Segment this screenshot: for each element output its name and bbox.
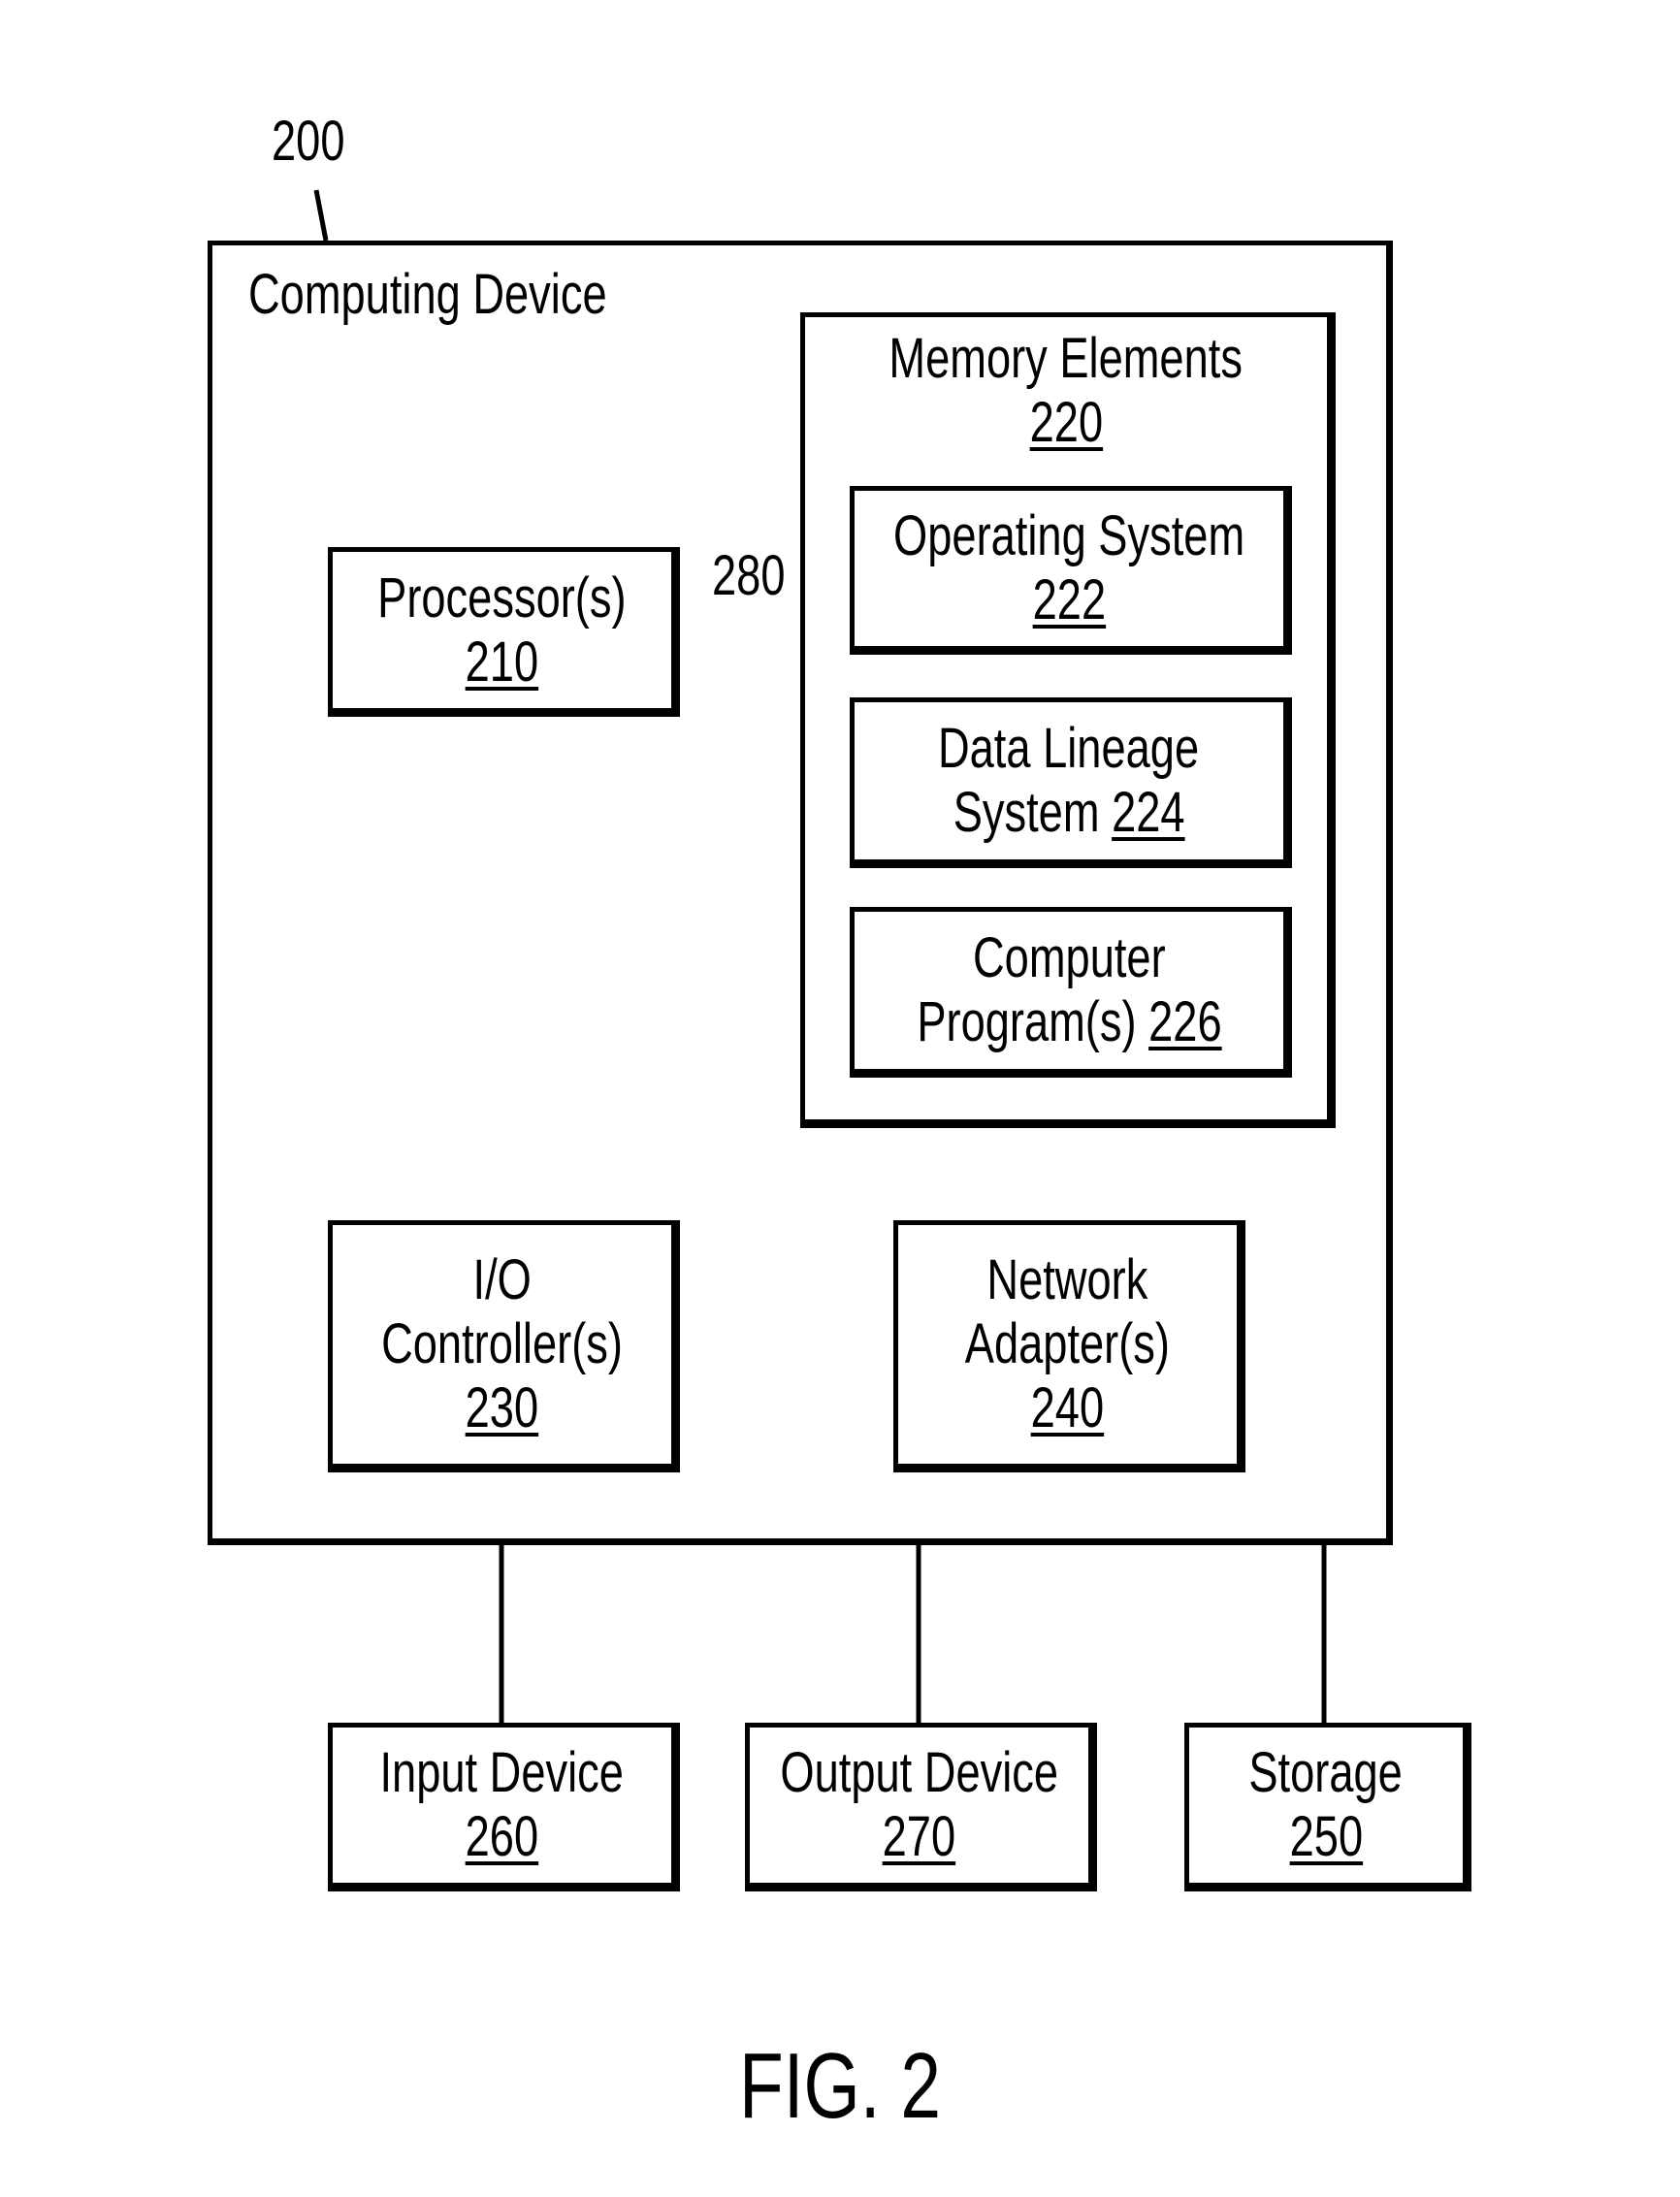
processor-box: Processor(s) 210 (328, 547, 680, 717)
memory-ref: 220 (1029, 391, 1103, 454)
io-line1: I/O (472, 1248, 532, 1311)
data-lineage-box: Data Lineage System 224 (850, 697, 1292, 868)
network-adapter-box: Network Adapter(s) 240 (893, 1220, 1245, 1472)
bus-ref-label: 280 (712, 544, 786, 607)
output-ref: 270 (882, 1805, 956, 1868)
os-title: Operating System (892, 504, 1245, 567)
output-title: Output Device (780, 1741, 1058, 1804)
network-line2: Adapter(s) (964, 1312, 1171, 1375)
lineage-line1: Data Lineage (938, 717, 1200, 780)
lineage-line2-wrap: System 224 (953, 781, 1185, 845)
figure-caption: FIG. 2 (738, 2034, 942, 2138)
io-controller-box: I/O Controller(s) 230 (328, 1220, 680, 1472)
storage-box: Storage 250 (1184, 1723, 1471, 1891)
io-ref: 230 (465, 1376, 539, 1439)
programs-ref: 226 (1147, 990, 1222, 1053)
computer-programs-box: Computer Program(s) 226 (850, 907, 1292, 1078)
network-ref: 240 (1030, 1376, 1105, 1439)
operating-system-box: Operating System 222 (850, 486, 1292, 655)
storage-title: Storage (1248, 1741, 1404, 1804)
network-line1: Network (986, 1248, 1148, 1311)
output-device-box: Output Device 270 (745, 1723, 1097, 1891)
storage-ref: 250 (1289, 1805, 1363, 1868)
ref-200-leader (313, 189, 329, 242)
processor-title: Processor(s) (377, 565, 627, 630)
lineage-line2: System (953, 781, 1100, 844)
io-line2: Controller(s) (381, 1312, 623, 1375)
programs-line2-wrap: Program(s) 226 (917, 990, 1221, 1054)
os-ref: 222 (1032, 568, 1106, 631)
memory-title: Memory Elements (888, 327, 1244, 390)
programs-line1: Computer (972, 926, 1166, 989)
lineage-ref: 224 (1111, 781, 1185, 844)
input-device-box: Input Device 260 (328, 1723, 680, 1891)
figure-ref-label: 200 (272, 110, 345, 173)
computing-device-title: Computing Device (248, 263, 607, 326)
processor-ref: 210 (465, 630, 539, 694)
programs-line2: Program(s) (916, 990, 1137, 1053)
input-ref: 260 (465, 1805, 539, 1868)
input-title: Input Device (379, 1741, 625, 1804)
